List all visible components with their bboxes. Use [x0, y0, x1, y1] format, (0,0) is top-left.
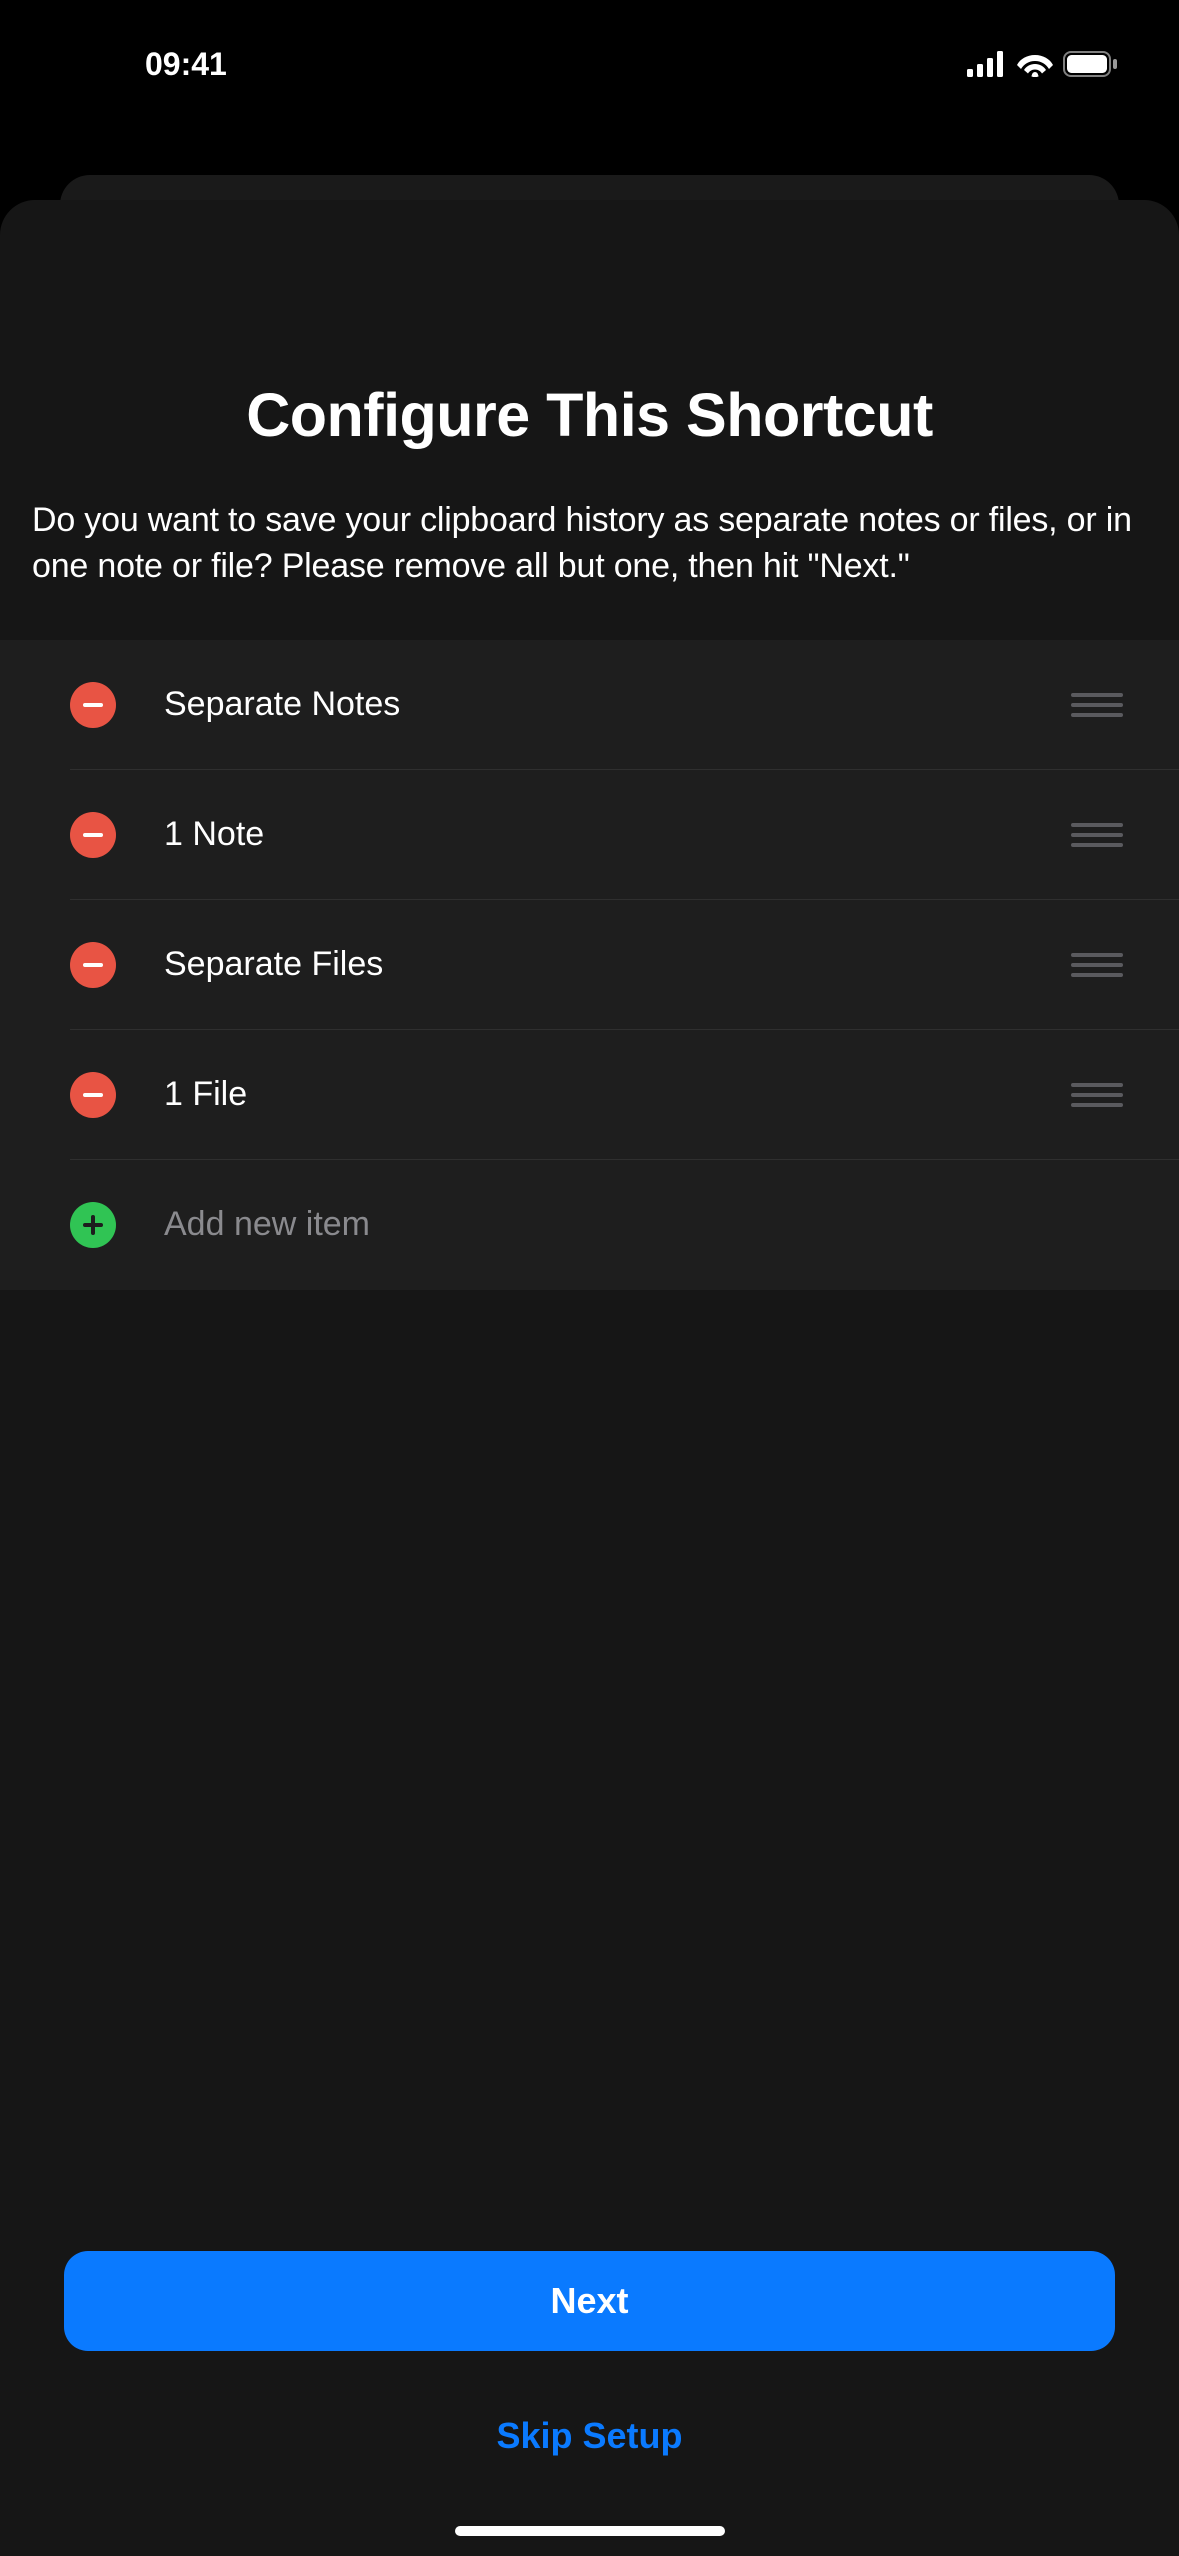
- item-label: 1 Note: [164, 815, 1071, 854]
- wifi-icon: [1017, 51, 1053, 77]
- remove-icon[interactable]: [70, 682, 116, 728]
- add-icon[interactable]: [70, 1202, 116, 1248]
- add-label: Add new item: [164, 1205, 1131, 1244]
- add-new-item[interactable]: Add new item: [0, 1160, 1179, 1290]
- list-item[interactable]: Separate Files: [0, 900, 1179, 1030]
- status-icons: [967, 51, 1119, 77]
- drag-handle-icon[interactable]: [1071, 953, 1131, 977]
- drag-handle-icon[interactable]: [1071, 823, 1131, 847]
- sheet-header: Configure This Shortcut Do you want to s…: [0, 200, 1179, 640]
- list-item[interactable]: 1 File: [0, 1030, 1179, 1160]
- list-item[interactable]: Separate Notes: [0, 640, 1179, 770]
- configure-sheet: Configure This Shortcut Do you want to s…: [0, 200, 1179, 2556]
- cellular-signal-icon: [967, 51, 1007, 77]
- next-button[interactable]: Next: [64, 2251, 1115, 2351]
- item-label: 1 File: [164, 1075, 1071, 1114]
- drag-handle-icon[interactable]: [1071, 1083, 1131, 1107]
- skip-setup-button[interactable]: Skip Setup: [64, 2396, 1115, 2476]
- footer: Next Skip Setup: [0, 2251, 1179, 2556]
- remove-icon[interactable]: [70, 942, 116, 988]
- battery-icon: [1063, 51, 1119, 77]
- remove-icon[interactable]: [70, 1072, 116, 1118]
- home-indicator[interactable]: [455, 2526, 725, 2536]
- drag-handle-icon[interactable]: [1071, 693, 1131, 717]
- sheet-title: Configure This Shortcut: [32, 380, 1147, 450]
- list-item[interactable]: 1 Note: [0, 770, 1179, 900]
- sheet-description: Do you want to save your clipboard histo…: [32, 498, 1147, 590]
- status-time: 09:41: [145, 46, 227, 83]
- item-label: Separate Notes: [164, 685, 1071, 724]
- item-label: Separate Files: [164, 945, 1071, 984]
- options-list: Separate Notes 1 Note Separate Files 1 F…: [0, 640, 1179, 1290]
- remove-icon[interactable]: [70, 812, 116, 858]
- status-bar: 09:41: [0, 0, 1179, 100]
